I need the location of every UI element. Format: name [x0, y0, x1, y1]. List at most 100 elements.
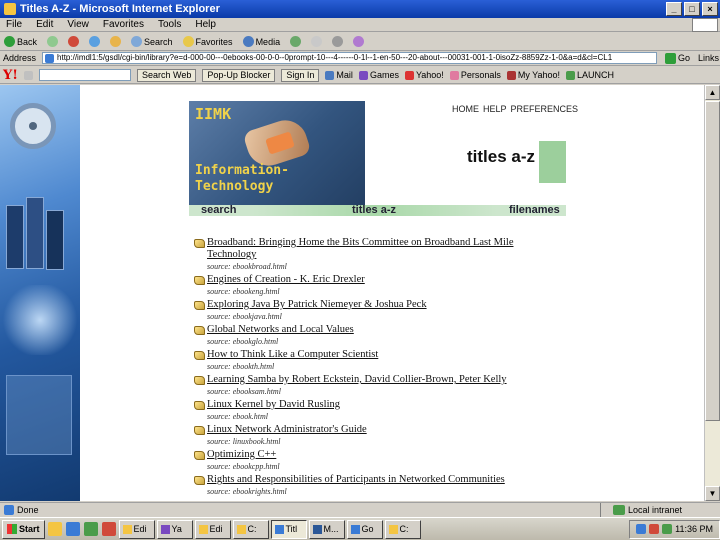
tab-filenames[interactable]: filenames: [509, 204, 560, 216]
yahoo-games-link[interactable]: Games: [358, 70, 399, 80]
quick-launch-ie-icon[interactable]: [65, 522, 80, 536]
menu-view[interactable]: View: [67, 19, 89, 30]
taskbar-item-active[interactable]: Titl: [270, 519, 307, 539]
clock[interactable]: 11:36 PM: [675, 524, 713, 534]
search-web-button[interactable]: Search Web: [137, 68, 197, 82]
taskbar-item[interactable]: M...: [308, 519, 345, 539]
title-link[interactable]: Linux Kernel by David Rusling: [207, 399, 534, 411]
forward-button[interactable]: [47, 36, 59, 47]
menu-help[interactable]: Help: [195, 19, 216, 30]
standard-toolbar: Back Search Favorites Media: [0, 33, 720, 51]
list-item: Learning Samba by Robert Eckstein, David…: [194, 374, 534, 399]
yahoo-personals-link[interactable]: Personals: [449, 70, 501, 80]
yahoo-label: Yahoo!: [415, 70, 444, 80]
edit-pencil-icon[interactable]: [24, 70, 33, 80]
home-icon: [110, 36, 122, 47]
sign-in-button[interactable]: Sign In: [281, 68, 320, 82]
home-button[interactable]: [110, 36, 122, 47]
taskbar-item[interactable]: Ya: [156, 519, 193, 539]
start-button[interactable]: Start: [2, 519, 45, 539]
book-icon[interactable]: [194, 426, 205, 435]
edit-button[interactable]: [353, 36, 365, 47]
close-button[interactable]: ×: [702, 2, 718, 16]
stop-button[interactable]: [68, 36, 80, 47]
source-text: source: ebookth.html: [207, 362, 275, 371]
search-button[interactable]: Search: [131, 36, 173, 47]
yahoo-home-link[interactable]: Yahoo!: [404, 70, 444, 80]
source-text: source: ebookjava.html: [207, 312, 282, 321]
network-icon[interactable]: [636, 524, 647, 534]
book-icon[interactable]: [194, 326, 205, 335]
yahoo-mail-link[interactable]: Mail: [325, 70, 353, 80]
title-link[interactable]: Broadband: Bringing Home the Bits Commit…: [207, 237, 534, 261]
book-icon[interactable]: [194, 301, 205, 310]
folder-icon: [122, 524, 132, 534]
history-button[interactable]: [290, 36, 302, 47]
yahoo-logo[interactable]: Y!: [3, 68, 18, 83]
quick-launch-media-icon[interactable]: [101, 522, 116, 536]
volume-icon[interactable]: [662, 524, 673, 534]
title-link[interactable]: Exploring Java By Patrick Niemeyer & Jos…: [207, 299, 534, 311]
home-link[interactable]: HOME: [452, 104, 479, 114]
taskbar-item[interactable]: Edi: [194, 519, 231, 539]
menu-favorites[interactable]: Favorites: [103, 19, 144, 30]
title-link[interactable]: Optimizing C++: [207, 449, 534, 461]
favorites-star-icon: [182, 36, 194, 47]
book-icon[interactable]: [194, 451, 205, 460]
maximize-button[interactable]: □: [684, 2, 700, 16]
favorites-button[interactable]: Favorites: [182, 36, 233, 47]
tab-search[interactable]: search: [201, 204, 236, 216]
launch-label: LAUNCH: [577, 70, 615, 80]
vertical-scrollbar[interactable]: ▲ ▼: [704, 85, 720, 501]
help-link[interactable]: HELP: [483, 104, 507, 114]
title-link[interactable]: How to Think Like a Computer Scientist: [207, 349, 534, 361]
launch-link[interactable]: LAUNCH: [566, 70, 614, 80]
back-button[interactable]: Back: [4, 36, 37, 47]
print-button[interactable]: [332, 36, 344, 47]
book-icon[interactable]: [194, 239, 205, 248]
book-icon[interactable]: [194, 476, 205, 485]
taskbar-item[interactable]: C:: [232, 519, 269, 539]
title-link[interactable]: Engines of Creation - K. Eric Drexler: [207, 274, 534, 286]
go-button[interactable]: Go: [665, 52, 690, 64]
taskbar-item[interactable]: Go: [346, 519, 383, 539]
folder-icon: [198, 524, 208, 534]
menu-tools[interactable]: Tools: [158, 19, 181, 30]
book-icon[interactable]: [194, 276, 205, 285]
title-link[interactable]: Learning Samba by Robert Eckstein, David…: [207, 374, 534, 386]
yahoo-icon: [160, 524, 170, 534]
personals-icon: [449, 70, 459, 80]
yahoo-search-input[interactable]: [39, 69, 131, 81]
scrollbar-thumb[interactable]: [705, 101, 720, 421]
antivirus-icon[interactable]: [649, 524, 660, 534]
book-icon[interactable]: [194, 376, 205, 385]
title-link[interactable]: Global Networks and Local Values: [207, 324, 534, 336]
links-button[interactable]: Links: [698, 53, 719, 63]
title-link[interactable]: Rights and Responsibilities of Participa…: [207, 474, 534, 486]
taskbar-item[interactable]: Edi: [118, 519, 155, 539]
scroll-down-arrow-icon[interactable]: ▼: [705, 486, 720, 501]
source-text: source: ebookeng.html: [207, 287, 280, 296]
media-button[interactable]: Media: [242, 36, 280, 47]
popup-blocker-button[interactable]: Pop-Up Blocker: [202, 68, 276, 82]
address-label: Address: [3, 53, 37, 63]
my-yahoo-link[interactable]: My Yahoo!: [506, 70, 560, 80]
title-link[interactable]: Linux Network Administrator's Guide: [207, 424, 534, 436]
minimize-button[interactable]: _: [666, 2, 682, 16]
tab-titles[interactable]: titles a-z: [352, 204, 396, 216]
menu-file[interactable]: File: [6, 19, 22, 30]
taskbar-item[interactable]: C:: [384, 519, 421, 539]
source-text: source: ebookbroad.html: [207, 262, 287, 271]
quick-launch-folder-icon[interactable]: [47, 522, 62, 536]
mail-button[interactable]: [311, 36, 323, 47]
book-icon[interactable]: [194, 401, 205, 410]
book-icon[interactable]: [194, 351, 205, 360]
menu-edit[interactable]: Edit: [36, 19, 53, 30]
word-icon: [312, 524, 322, 534]
preferences-link[interactable]: PREFERENCES: [511, 104, 579, 114]
go-arrow-icon: [665, 52, 677, 64]
address-input[interactable]: http://imdl1:5/gsdl/cgi-bin/library?e=d-…: [42, 52, 658, 64]
scroll-up-arrow-icon[interactable]: ▲: [705, 85, 720, 100]
refresh-button[interactable]: [89, 36, 101, 47]
quick-launch-desktop-icon[interactable]: [83, 522, 98, 536]
